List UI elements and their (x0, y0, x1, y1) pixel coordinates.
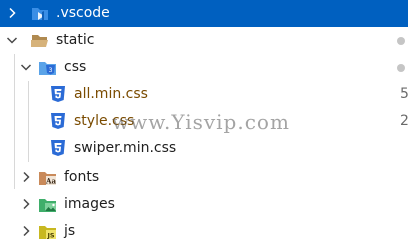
chevron-right-icon[interactable] (4, 5, 20, 21)
tree-item-fonts[interactable]: Aa fonts (0, 164, 408, 191)
tree-item-static[interactable]: static (0, 27, 408, 54)
problem-count-badge: 2 (400, 113, 408, 129)
tree-item-label: js (64, 223, 76, 239)
tree-item-vscode[interactable]: .vscode (0, 0, 408, 27)
tree-item-images[interactable]: images (0, 191, 408, 218)
images-folder-icon (38, 194, 58, 214)
chevron-right-icon[interactable] (18, 223, 34, 239)
vscode-folder-icon (30, 3, 50, 23)
file-explorer-tree: .vscode static 3 css all.min.css 5 style… (0, 0, 408, 251)
chevron-right-icon[interactable] (18, 196, 34, 212)
css3-file-icon (48, 111, 68, 131)
css3-file-icon (48, 84, 68, 104)
tree-item-label: .vscode (56, 5, 110, 21)
tree-item-label: static (56, 32, 95, 48)
svg-text:3: 3 (49, 67, 53, 74)
problem-count-badge: 5 (400, 86, 408, 102)
chevron-down-icon[interactable] (18, 59, 34, 75)
tree-item-label: images (64, 196, 115, 212)
tree-item-swiper-min-css[interactable]: swiper.min.css (0, 135, 408, 162)
folder-open-icon (30, 30, 50, 50)
chevron-right-icon[interactable] (18, 169, 34, 185)
tree-item-js[interactable]: JS js (0, 218, 408, 245)
watermark-text: www.Yisvip.com (112, 110, 290, 134)
tree-item-label: css (64, 59, 87, 75)
tree-item-all-min-css[interactable]: all.min.css 5 (0, 81, 408, 108)
chevron-down-icon[interactable] (4, 32, 20, 48)
svg-text:JS: JS (46, 232, 54, 240)
js-folder-icon: JS (38, 221, 58, 241)
tree-item-label: all.min.css (74, 86, 148, 102)
modified-dot (397, 37, 405, 45)
css3-file-icon (48, 138, 68, 158)
tree-item-label: swiper.min.css (74, 140, 177, 156)
css-folder-icon: 3 (38, 57, 58, 77)
svg-text:Aa: Aa (45, 177, 56, 186)
tree-item-css[interactable]: 3 css (0, 54, 408, 81)
modified-dot (397, 64, 405, 72)
tree-item-label: fonts (64, 169, 100, 185)
fonts-folder-icon: Aa (38, 167, 58, 187)
